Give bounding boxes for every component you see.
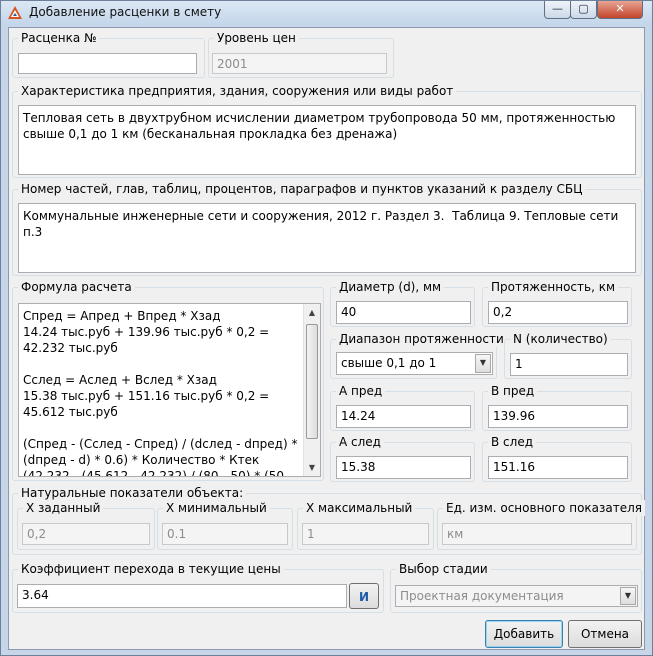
sbc-reference-label: Номер частей, глав, таблиц, процентов, п… xyxy=(18,181,586,197)
length-label: Протяженность, км xyxy=(488,279,619,295)
a-prev-input[interactable]: 14.24 xyxy=(336,405,471,428)
length-range-select[interactable]: свыше 0,1 до 1 ▼ xyxy=(336,352,493,375)
length-input[interactable]: 0,2 xyxy=(488,301,628,324)
title-bar[interactable]: Добавление расценки в смету — ▢ ✕ xyxy=(1,1,652,25)
b-next-label: В след xyxy=(488,434,536,450)
stage-label: Выбор стадии xyxy=(396,561,491,577)
diameter-label: Диаметр (d), мм xyxy=(336,279,445,295)
natural-indicators-label: Натуральные показатели объекта: xyxy=(18,485,247,501)
b-prev-input[interactable]: 139.96 xyxy=(488,405,628,428)
quantity-input[interactable]: 1 xyxy=(510,353,628,376)
x-given-input[interactable]: 0,2 xyxy=(22,523,150,545)
formula-group: Формула расчета Спред = Апред + Впред * … xyxy=(12,279,324,481)
formula-textarea[interactable]: Спред = Апред + Впред * Хзад 14.24 тыс.р… xyxy=(18,303,321,477)
characteristics-group: Характеристика предприятия, здания, соор… xyxy=(12,83,642,178)
app-logo-icon xyxy=(8,6,22,19)
coefficient-input[interactable]: 3.64 xyxy=(17,584,347,608)
unit-label: Ед. изм. основного показателя xyxy=(443,500,646,516)
unit-group: Ед. изм. основного показателя км xyxy=(437,500,646,550)
a-next-group: А след 15.38 xyxy=(330,434,475,482)
chevron-down-icon[interactable]: ▼ xyxy=(620,587,636,605)
dialog-body: Расценка № Уровень цен 2001 Характеристи… xyxy=(8,27,646,650)
scroll-down-icon[interactable]: ▼ xyxy=(304,459,320,476)
characteristics-textarea[interactable]: Тепловая сеть в двухтрубном исчислении д… xyxy=(18,105,636,175)
rate-number-group: Расценка № xyxy=(12,30,205,78)
rate-number-input[interactable] xyxy=(18,53,197,74)
x-given-label: Х заданный xyxy=(23,500,104,516)
b-next-group: В след 151.16 xyxy=(482,434,632,482)
x-max-label: Х максимальный xyxy=(303,500,416,516)
add-button[interactable]: Добавить xyxy=(485,620,563,648)
x-max-input[interactable]: 1 xyxy=(302,523,429,545)
price-level-label: Уровень цен xyxy=(214,30,299,46)
length-range-value: свыше 0,1 до 1 xyxy=(341,356,437,370)
x-min-group: Х минимальный 0.1 xyxy=(157,500,293,550)
a-next-input[interactable]: 15.38 xyxy=(336,456,471,479)
a-prev-group: А пред 14.24 xyxy=(330,383,475,431)
b-prev-group: В пред 139.96 xyxy=(482,383,632,431)
rate-number-label: Расценка № xyxy=(18,30,100,46)
maximize-button[interactable]: ▢ xyxy=(570,1,597,19)
diameter-input[interactable]: 40 xyxy=(336,301,471,324)
x-given-group: Х заданный 0,2 xyxy=(17,500,155,550)
stage-select[interactable]: Проектная документация ▼ xyxy=(395,585,638,607)
dialog-window: Добавление расценки в смету — ▢ ✕ Расцен… xyxy=(0,0,653,656)
scroll-up-icon[interactable]: ▲ xyxy=(304,304,320,321)
sbc-reference-group: Номер частей, глав, таблиц, процентов, п… xyxy=(12,181,642,276)
coefficient-group: Коэффициент перехода в текущие цены 3.64… xyxy=(12,561,384,613)
natural-indicators-group: Натуральные показатели объекта: Х заданн… xyxy=(12,485,646,555)
b-next-input[interactable]: 151.16 xyxy=(488,456,628,479)
scroll-thumb[interactable] xyxy=(306,324,318,439)
length-range-label: Диапазон протяженности xyxy=(336,331,507,347)
length-range-group: Диапазон протяженности свыше 0,1 до 1 ▼ xyxy=(330,331,507,379)
close-button[interactable]: ✕ xyxy=(597,1,643,19)
a-next-label: А след xyxy=(336,434,384,450)
stage-group: Выбор стадии Проектная документация ▼ xyxy=(390,561,642,613)
stage-value: Проектная документация xyxy=(400,589,564,603)
b-prev-label: В пред xyxy=(488,383,538,399)
formula-label: Формула расчета xyxy=(18,279,135,295)
formula-scrollbar[interactable]: ▲ ▼ xyxy=(303,304,320,476)
coefficient-i-button[interactable]: И xyxy=(349,583,379,609)
price-level-group: Уровень цен 2001 xyxy=(208,30,394,78)
a-prev-label: А пред xyxy=(336,383,386,399)
diameter-group: Диаметр (d), мм 40 xyxy=(330,279,475,327)
cancel-button[interactable]: Отмена xyxy=(568,620,642,648)
window-title: Добавление расценки в смету xyxy=(29,5,222,19)
quantity-group: N (количество) 1 xyxy=(504,331,632,379)
minimize-button[interactable]: — xyxy=(544,1,571,19)
chevron-down-icon[interactable]: ▼ xyxy=(475,354,491,373)
characteristics-label: Характеристика предприятия, здания, соор… xyxy=(18,83,457,99)
x-min-input[interactable]: 0.1 xyxy=(162,523,288,545)
sbc-reference-textarea[interactable]: Коммунальные инженерные сети и сооружени… xyxy=(18,203,636,273)
formula-text: Спред = Апред + Впред * Хзад 14.24 тыс.р… xyxy=(23,309,298,477)
length-group: Протяженность, км 0,2 xyxy=(482,279,632,327)
price-level-input[interactable]: 2001 xyxy=(212,53,387,74)
unit-input[interactable]: км xyxy=(442,523,632,545)
x-max-group: Х максимальный 1 xyxy=(297,500,434,550)
x-min-label: Х минимальный xyxy=(163,500,270,516)
quantity-label: N (количество) xyxy=(510,331,611,347)
coefficient-label: Коэффициент перехода в текущие цены xyxy=(18,561,284,577)
